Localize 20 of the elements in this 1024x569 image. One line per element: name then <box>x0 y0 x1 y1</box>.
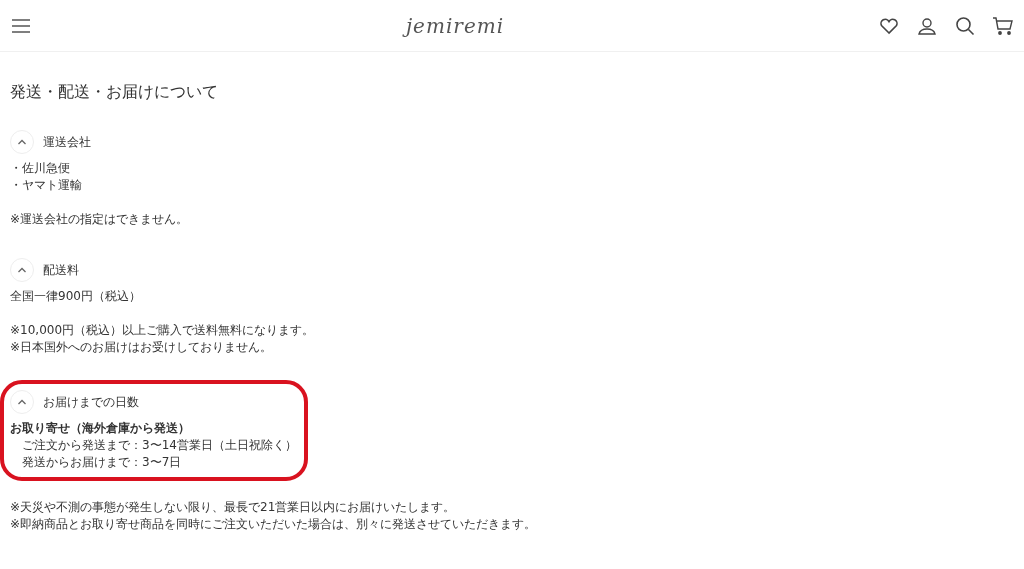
text-line: ご注文から発送まで：3〜14営業日（土日祝除く） <box>21 437 298 455</box>
section-heading: お届けまでの日数 <box>43 394 139 412</box>
note-text: ※即納商品とお取り寄せ商品を同時にご注文いただいた場合は、別々に発送させていただきます。 <box>10 516 538 534</box>
text-line: お取り寄せ（海外倉庫から発送） <box>10 420 191 438</box>
text-line: ※日本国外へのお届けはお受けしておりません。 <box>10 339 274 357</box>
text-line: ・佐川急便 <box>10 160 71 178</box>
toggle-button[interactable] <box>10 390 34 415</box>
text-line: ・ヤマト運輸 <box>10 177 83 195</box>
cart-icon[interactable] <box>992 14 1014 37</box>
toggle-button[interactable] <box>10 130 34 155</box>
page-title: 発送・配送・お届けについて <box>10 82 219 102</box>
text-line: ※10,000円（税込）以上ご購入で送料無料になります。 <box>10 322 316 340</box>
toggle-button[interactable] <box>10 258 34 283</box>
text-line: ※運送会社の指定はできません。 <box>10 211 190 229</box>
text-line: 発送からお届けまで：3〜7日 <box>21 454 183 472</box>
note-text: ※天災や不測の事態が発生しない限り、最長で21営業日以内にお届けいたします。 <box>10 499 457 517</box>
search-icon[interactable] <box>954 14 976 37</box>
section-heading: 運送会社 <box>43 134 91 152</box>
text-line: 全国一律900円（税込） <box>10 288 142 306</box>
section-heading: 配送料 <box>43 262 79 280</box>
